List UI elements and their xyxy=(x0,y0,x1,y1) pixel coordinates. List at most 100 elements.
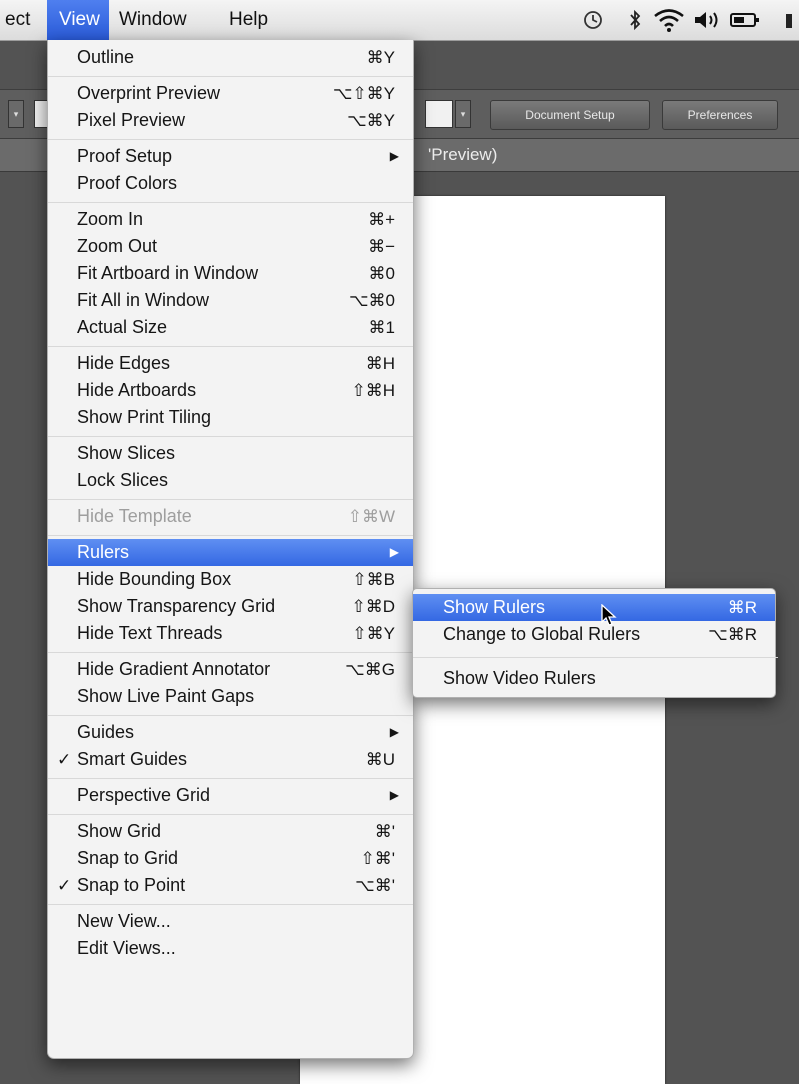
view-menu-item-show-print-tiling[interactable]: Show Print Tiling xyxy=(48,404,413,431)
view-menu: Outline ⌘Y Overprint Preview ⌥⇧⌘Y Pixel Prev… xyxy=(47,40,414,1059)
menu-item-label: Perspective Grid xyxy=(77,785,211,805)
menu-separator xyxy=(48,903,413,905)
menu-item-label: Overprint Preview xyxy=(77,83,221,103)
menu-separator xyxy=(48,651,413,653)
menu-item-label: Smart Guides xyxy=(77,749,188,769)
menu-item-label: Show Video Rulers xyxy=(443,668,596,688)
menu-item-label: Hide Text Threads xyxy=(77,623,223,643)
menu-item-label: Lock Slices xyxy=(77,470,169,490)
submenu-arrow-icon: ▶ xyxy=(389,149,399,163)
menu-separator xyxy=(48,345,413,347)
menu-separator xyxy=(48,75,413,77)
menu-item-shortcut: ⌥⌘' xyxy=(355,876,395,895)
menu-item-label: Snap to Point xyxy=(77,875,186,895)
menu-item-label: Fit All in Window xyxy=(77,290,210,310)
menu-separator xyxy=(48,714,413,716)
menu-item-label: Hide Template xyxy=(77,506,192,526)
preferences-button[interactable]: Preferences xyxy=(662,100,778,130)
menu-item-label: Hide Edges xyxy=(77,353,171,373)
view-menu-item-hide-text-threads[interactable]: Hide Text Threads ⇧⌘Y xyxy=(48,620,413,647)
submenu-arrow-icon: ▶ xyxy=(389,788,399,802)
view-menu-item-hide-artboards[interactable]: Hide Artboards ⇧⌘H xyxy=(48,377,413,404)
time-machine-icon[interactable] xyxy=(580,7,606,33)
menu-item-shortcut: ⌥⌘R xyxy=(708,625,757,644)
menu-item-shortcut: ⌘0 xyxy=(368,264,395,283)
menu-view[interactable]: View xyxy=(47,0,109,40)
menu-item-label: Show Grid xyxy=(77,821,162,841)
view-menu-item-show-slices[interactable]: Show Slices xyxy=(48,440,413,467)
view-menu-item-rulers[interactable]: Rulers ▶ xyxy=(48,539,413,566)
stroke-swatch[interactable] xyxy=(425,100,453,128)
menu-item-shortcut: ⌘' xyxy=(374,822,395,841)
menu-item-shortcut: ⌥⌘0 xyxy=(348,291,395,310)
control-dropdown[interactable]: ▾ xyxy=(8,100,24,128)
view-menu-item-edit-views[interactable]: Edit Views... xyxy=(48,935,413,962)
view-menu-item-show-grid[interactable]: Show Grid ⌘' xyxy=(48,818,413,845)
view-menu-item-proof-colors[interactable]: Proof Colors xyxy=(48,170,413,197)
menu-separator xyxy=(48,777,413,779)
view-menu-item-fit-artboard-in-window[interactable]: Fit Artboard in Window ⌘0 xyxy=(48,260,413,287)
menu-item-shortcut: ⇧⌘W xyxy=(347,507,395,526)
rulers-submenu-item-change-to-global-rulers[interactable]: Change to Global Rulers ⌥⌘R xyxy=(413,621,775,648)
menu-window[interactable]: Window xyxy=(110,0,196,40)
menu-item-label: Fit Artboard in Window xyxy=(77,263,259,283)
view-menu-item-guides[interactable]: Guides ▶ xyxy=(48,719,413,746)
menu-separator xyxy=(413,656,778,658)
menu-help[interactable]: Help xyxy=(220,0,277,40)
menu-item-label: Snap to Grid xyxy=(77,848,179,868)
rulers-submenu-item-show-rulers[interactable]: Show Rulers ⌘R xyxy=(413,594,775,621)
wifi-icon[interactable] xyxy=(652,7,686,33)
menu-item-shortcut: ⌥⌘Y xyxy=(347,111,395,130)
view-menu-item-show-transparency-grid[interactable]: Show Transparency Grid ⇧⌘D xyxy=(48,593,413,620)
menu-object[interactable]: ect xyxy=(0,0,39,40)
mouse-cursor-icon xyxy=(601,604,617,626)
rulers-submenu-item-show-video-rulers[interactable]: Show Video Rulers xyxy=(413,665,775,692)
view-menu-item-fit-all-in-window[interactable]: Fit All in Window ⌥⌘0 xyxy=(48,287,413,314)
menu-item-label: Actual Size xyxy=(77,317,168,337)
menu-item-label: Proof Setup xyxy=(77,146,173,166)
menu-item-label: Guides xyxy=(77,722,135,742)
view-menu-item-proof-setup[interactable]: Proof Setup ▶ xyxy=(48,143,413,170)
battery-icon[interactable] xyxy=(728,7,762,33)
menu-item-label: Zoom Out xyxy=(77,236,158,256)
bluetooth-icon[interactable] xyxy=(622,7,648,33)
menu-separator xyxy=(48,138,413,140)
view-menu-item-perspective-grid[interactable]: Perspective Grid ▶ xyxy=(48,782,413,809)
menu-item-shortcut: ⌘H xyxy=(365,354,395,373)
menu-item-shortcut: ⌘U xyxy=(365,750,395,769)
menu-separator xyxy=(48,534,413,536)
menu-item-label: Zoom In xyxy=(77,209,144,229)
view-menu-item-show-live-paint-gaps[interactable]: Show Live Paint Gaps xyxy=(48,683,413,710)
stroke-dropdown[interactable]: ▾ xyxy=(455,100,471,128)
view-menu-item-smart-guides[interactable]: ✓ Smart Guides ⌘U xyxy=(48,746,413,773)
menu-separator xyxy=(48,498,413,500)
menu-item-label: Show Print Tiling xyxy=(77,407,212,427)
menu-item-shortcut: ⇧⌘Y xyxy=(352,624,395,643)
view-menu-item-hide-bounding-box[interactable]: Hide Bounding Box ⇧⌘B xyxy=(48,566,413,593)
view-menu-item-hide-gradient-annotator[interactable]: Hide Gradient Annotator ⌥⌘G xyxy=(48,656,413,683)
view-menu-item-overprint-preview[interactable]: Overprint Preview ⌥⇧⌘Y xyxy=(48,80,413,107)
menu-item-shortcut: ⌘R xyxy=(727,598,757,617)
menu-item-label: Hide Bounding Box xyxy=(77,569,232,589)
view-menu-item-new-view[interactable]: New View... xyxy=(48,908,413,935)
view-menu-item-actual-size[interactable]: Actual Size ⌘1 xyxy=(48,314,413,341)
menu-item-shortcut: ⌘+ xyxy=(368,210,395,229)
menu-item-shortcut: ⌘Y xyxy=(366,48,395,67)
view-menu-item-pixel-preview[interactable]: Pixel Preview ⌥⌘Y xyxy=(48,107,413,134)
view-menu-item-snap-to-grid[interactable]: Snap to Grid ⇧⌘' xyxy=(48,845,413,872)
view-menu-item-zoom-out[interactable]: Zoom Out ⌘− xyxy=(48,233,413,260)
menu-item-label: Pixel Preview xyxy=(77,110,186,130)
menu-item-shortcut: ⇧⌘B xyxy=(352,570,395,589)
view-menu-item-outline[interactable]: Outline ⌘Y xyxy=(48,44,413,71)
view-menu-item-snap-to-point[interactable]: ✓ Snap to Point ⌥⌘' xyxy=(48,872,413,899)
menu-separator xyxy=(48,813,413,815)
menu-item-label: Show Rulers xyxy=(443,597,546,617)
view-menu-item-lock-slices[interactable]: Lock Slices xyxy=(48,467,413,494)
menu-separator xyxy=(48,201,413,203)
menu-item-label: Show Slices xyxy=(77,443,176,463)
view-menu-item-zoom-in[interactable]: Zoom In ⌘+ xyxy=(48,206,413,233)
view-menu-item-hide-edges[interactable]: Hide Edges ⌘H xyxy=(48,350,413,377)
menu-item-shortcut: ⌘− xyxy=(368,237,395,256)
volume-icon[interactable] xyxy=(692,7,722,33)
document-setup-button[interactable]: Document Setup xyxy=(490,100,650,130)
